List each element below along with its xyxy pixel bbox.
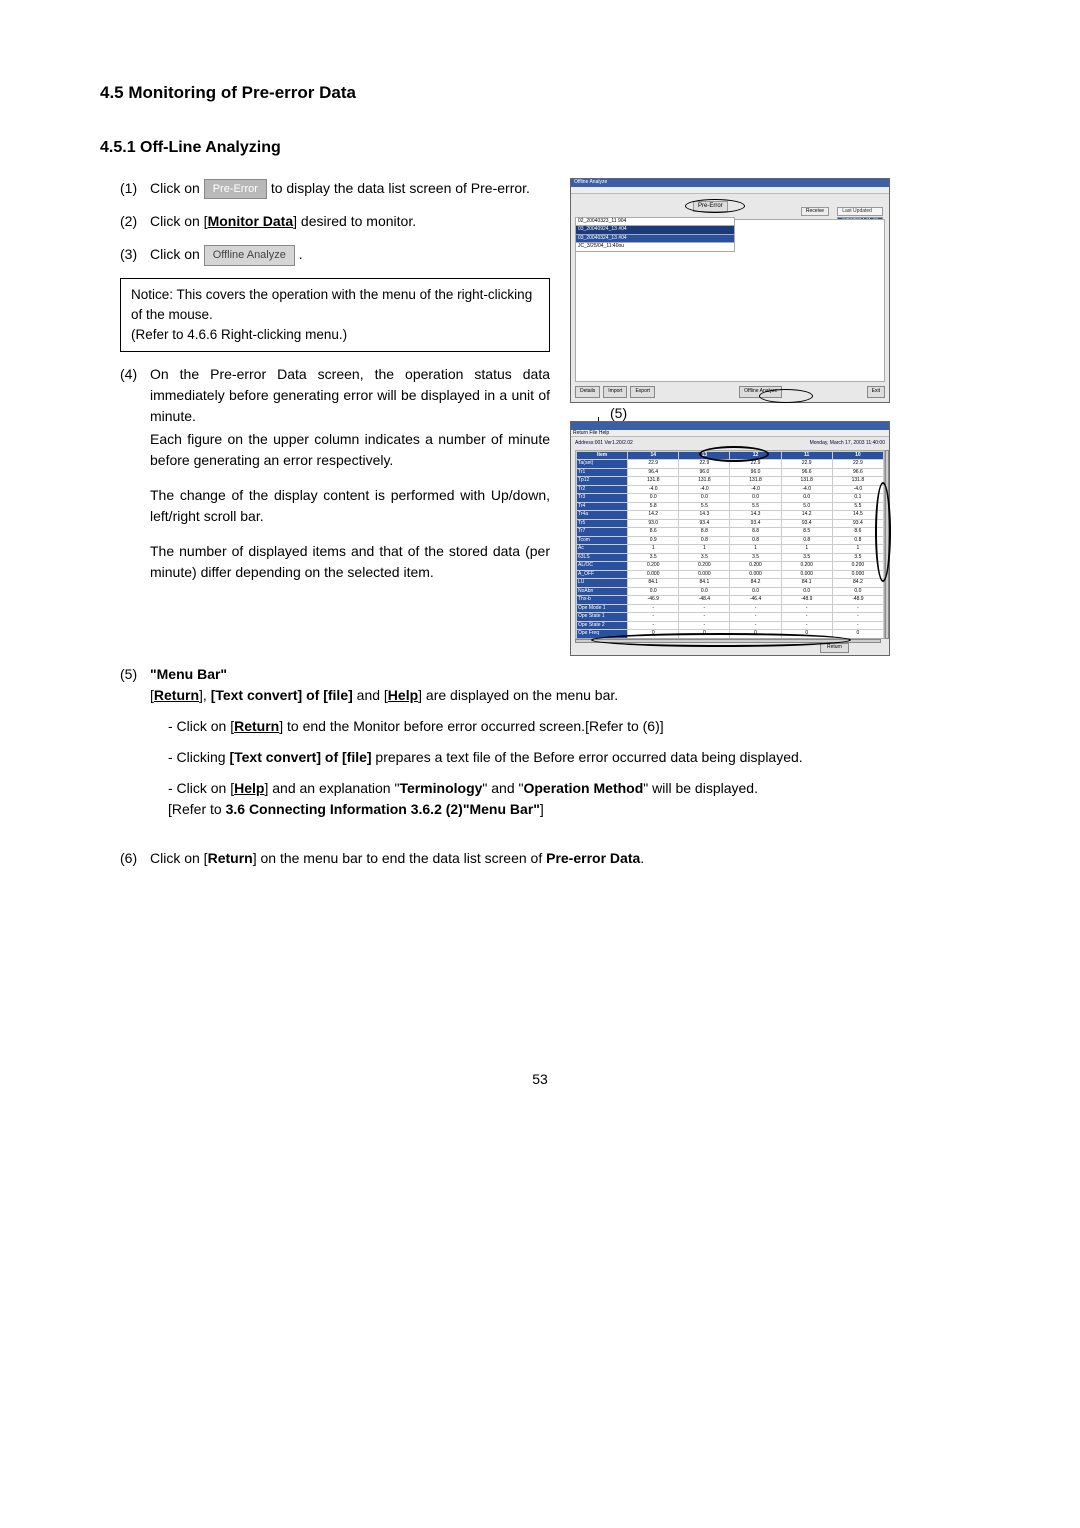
step-3-text-a: Click on (150, 246, 204, 262)
fig1-list-item[interactable]: JC_3/25/04_11:40ou (575, 242, 735, 252)
step-5-item-3: - Click on [Help] and an explanation "Te… (168, 778, 980, 820)
step-2-text-b: ] desired to monitor. (293, 213, 416, 229)
fig1-offline-highlight (759, 389, 813, 403)
step-5-intro: [Return], [Text convert] of [file] and [… (150, 685, 980, 706)
step-2-num: (2) (120, 211, 150, 232)
step-1-text-b: to display the data list screen of Pre-e… (271, 180, 530, 196)
fig1-menubar (571, 187, 889, 194)
step-5-item-1: - Click on [Return] to end the Monitor b… (168, 716, 980, 737)
step-5-num: (5) (120, 664, 150, 830)
step-2-text-a: Click on [ (150, 213, 208, 229)
fig1-import-button[interactable]: Import (603, 386, 627, 398)
fig1-preerror-highlight (685, 199, 745, 213)
fig1-receive-button[interactable]: Receive (801, 207, 829, 217)
fig1-list[interactable]: 02_20040323_11 904 03_20040924_13 #04 03… (575, 217, 735, 251)
fig2-highlight-header (699, 446, 769, 462)
fig2-titlebar (571, 422, 889, 430)
figure-app-window: Offline Analyze Pre-Error Last Updated 3… (570, 178, 890, 403)
fig1-exit-button[interactable]: Exit (867, 386, 885, 398)
fig2-address: Address:001 Ver1.20/2.02 (575, 440, 633, 448)
fig2-highlight-vscroll (875, 482, 891, 582)
fig1-titlebar: Offline Analyze (571, 179, 889, 187)
step-4-p2: Each figure on the upper column indicate… (150, 429, 550, 471)
step-1-num: (1) (120, 178, 150, 200)
fig2-highlight-hscroll (591, 633, 851, 647)
notice-box: Notice: This covers the operation with t… (120, 278, 550, 353)
left-column: (1) Click on Pre-Error to display the da… (100, 178, 550, 656)
step-2-bold: Monitor Data (208, 213, 294, 229)
step-4-p3: The change of the display content is per… (150, 485, 550, 527)
section-title: 4.5 Monitoring of Pre-error Data (100, 80, 980, 106)
step-5-item-2: - Clicking [Text convert] of [file] prep… (168, 747, 980, 768)
step-3-text-b: . (299, 246, 303, 262)
step-4-num: (4) (120, 364, 150, 597)
fig1-export-button[interactable]: Export (630, 386, 654, 398)
right-column: Offline Analyze Pre-Error Last Updated 3… (560, 178, 980, 656)
fig2-return-button[interactable]: Return (820, 643, 849, 653)
fig2-date: Monday, March 17, 2003 11:40:00 (810, 440, 885, 448)
page-number: 53 (100, 1069, 980, 1090)
fig1-details-button[interactable]: Details (575, 386, 600, 398)
fig2-table: Item1413121110Ta(set)22.922.922.922.922.… (576, 451, 884, 639)
step-4-p4: The number of displayed items and that o… (150, 541, 550, 583)
fig2-menubar[interactable]: Return File Help (571, 430, 889, 437)
step-3-num: (3) (120, 244, 150, 266)
step-4-p1: On the Pre-error Data screen, the operat… (150, 364, 550, 427)
step-6-body: Click on [Return] on the menu bar to end… (150, 848, 980, 869)
step-1-text-a: Click on (150, 180, 204, 196)
figure-data-grid: Return File Help Address:001 Ver1.20/2.0… (570, 421, 890, 656)
offline-analyze-button[interactable]: Offline Analyze (204, 245, 295, 266)
sub-section-title: 4.5.1 Off-Line Analyzing (100, 136, 980, 160)
step-6-num: (6) (120, 848, 150, 869)
step-5-title: "Menu Bar" (150, 666, 227, 682)
pre-error-button[interactable]: Pre-Error (204, 179, 267, 200)
